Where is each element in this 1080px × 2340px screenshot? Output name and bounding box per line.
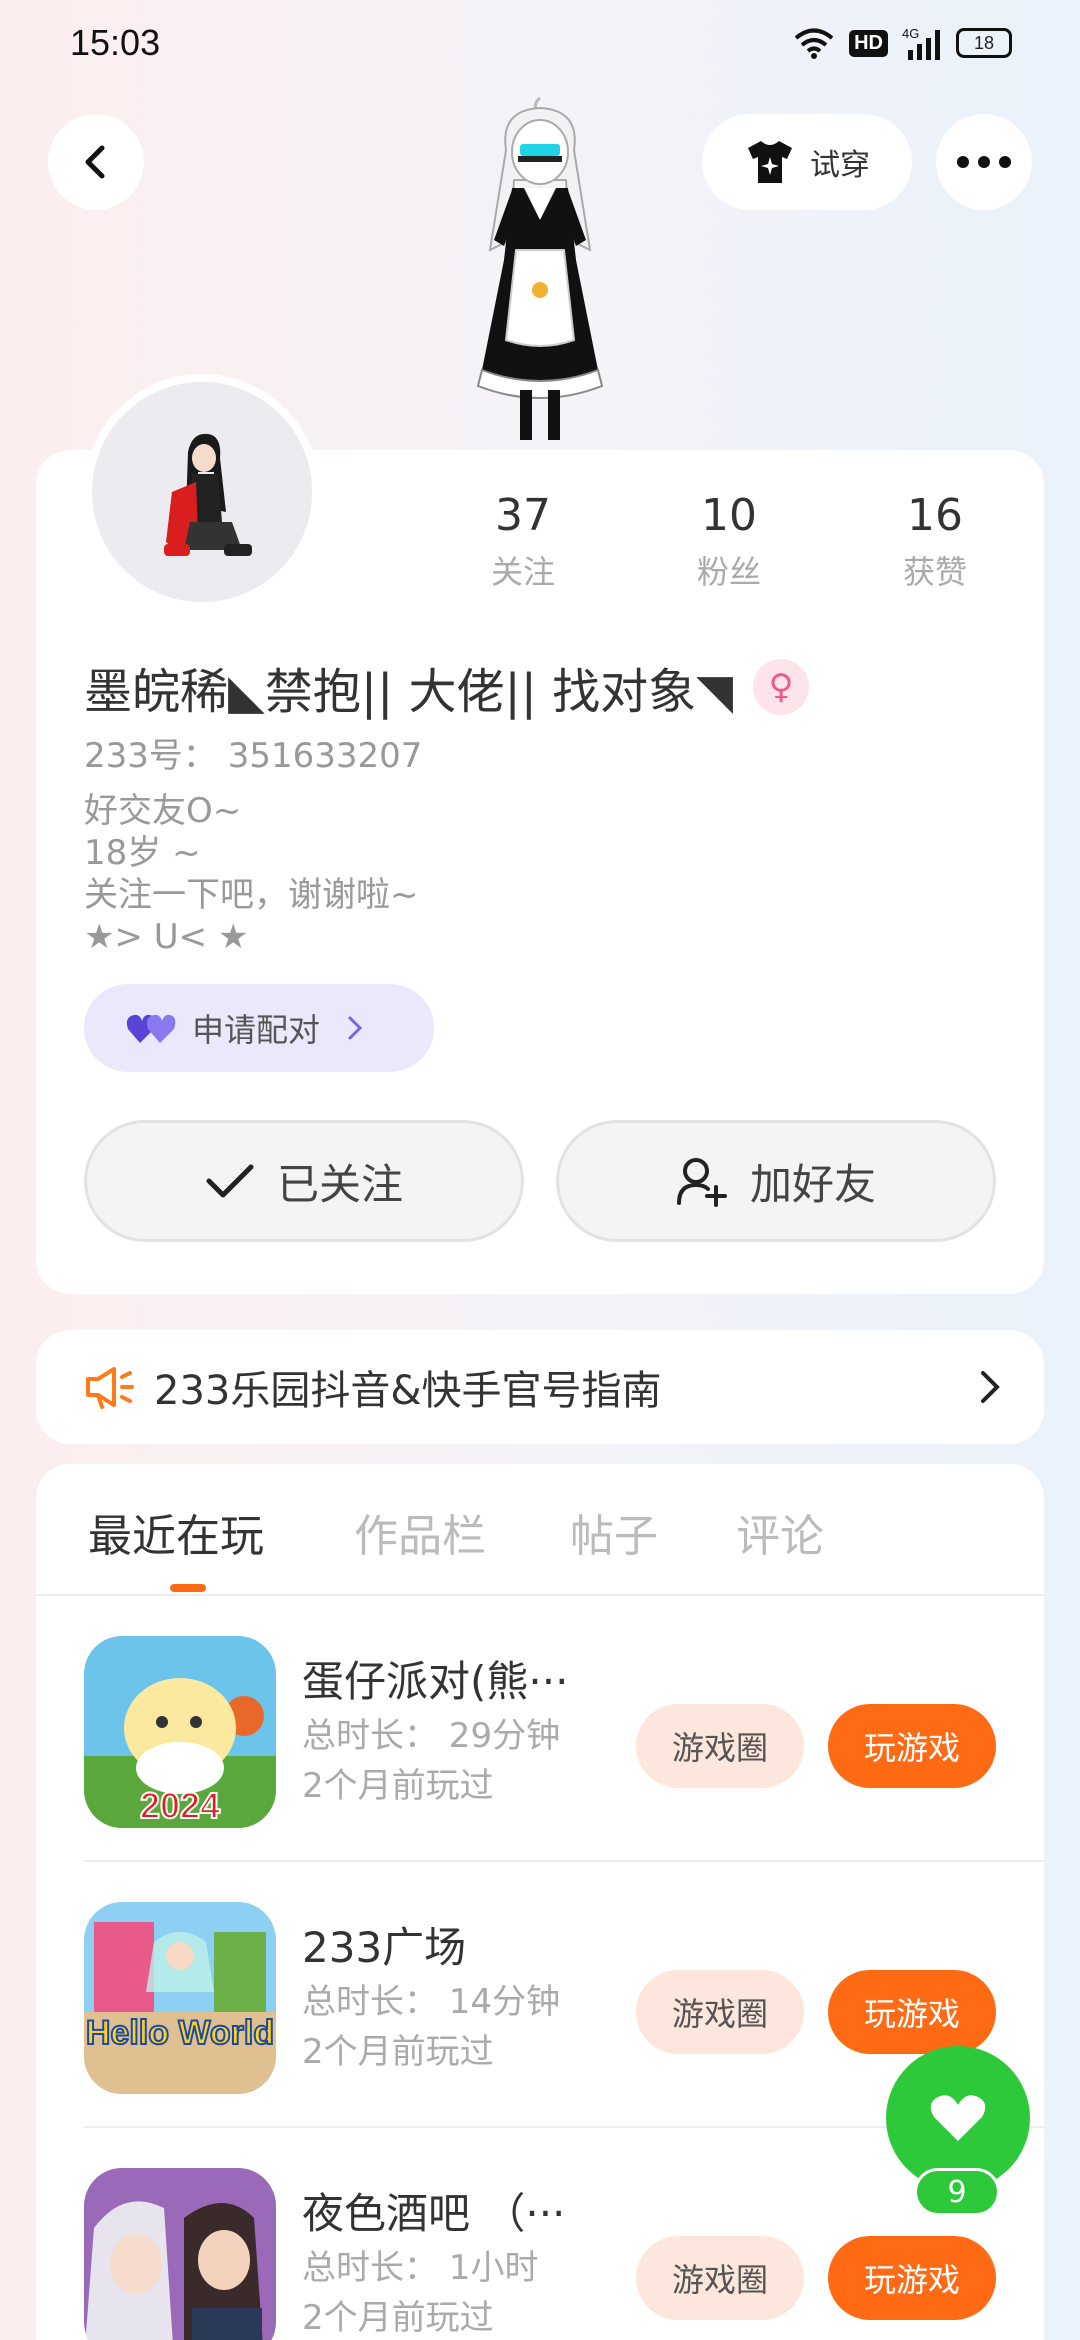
stat-count: 37 [495, 490, 551, 541]
game-circle-button[interactable]: 游戏圈 [636, 1970, 804, 2054]
status-time: 15:03 [70, 22, 161, 63]
game-name: 蛋仔派对(熊··· [302, 1657, 569, 1706]
wifi-icon [794, 28, 834, 59]
try-on-button[interactable]: 试穿 [702, 114, 912, 210]
game-icon[interactable]: Hello World [84, 1902, 276, 2094]
hearts-icon [126, 1014, 176, 1043]
tab-posts[interactable]: 帖子 [570, 1500, 658, 1564]
game-circle-button[interactable]: 游戏圈 [636, 2236, 804, 2320]
stat-following[interactable]: 37 关注 [420, 490, 626, 593]
bio-line: ★> U< ★ [84, 917, 249, 957]
add-friend-label: 加好友 [749, 1159, 876, 1209]
play-game-button[interactable]: 玩游戏 [828, 2236, 996, 2320]
profile-tabs: 最近在玩 作品栏 帖子 评论 [36, 1464, 1044, 1596]
bio-line: 好交友O~ [84, 791, 242, 831]
game-name: 夜色酒吧 （··· [302, 2189, 566, 2238]
chevron-right-icon [348, 1016, 363, 1040]
more-icon [957, 156, 1011, 168]
status-bar: 15:03 HD 4G 18 [0, 0, 1080, 96]
nickname: 墨皖稀◣禁抱|| 大佬|| 找对象◥ ♀ [84, 652, 810, 722]
avatar[interactable] [84, 374, 320, 610]
add-user-icon [676, 1158, 727, 1207]
content-card: 最近在玩 作品栏 帖子 评论 2024 蛋仔派对(熊··· 总时长： 29分钟 … [36, 1464, 1044, 2340]
battery-icon: 18 [956, 28, 1012, 58]
tshirt-icon [748, 141, 792, 183]
svg-text:4G: 4G [902, 26, 919, 41]
more-button[interactable] [936, 114, 1032, 210]
nickname-text: 墨皖稀◣禁抱|| 大佬|| 找对象◥ [84, 664, 734, 720]
game-duration: 总时长： 29分钟 [302, 1716, 561, 1756]
stat-label: 关注 [490, 553, 555, 591]
game-last-played: 2个月前玩过 [302, 1766, 494, 1806]
stat-count: 10 [701, 490, 757, 541]
game-icon-text: Hello World [86, 2014, 274, 2052]
heart-icon [930, 2095, 986, 2141]
profile-stats: 37 关注 10 粉丝 16 获赞 [420, 490, 1040, 593]
game-duration: 总时长： 1小时 [302, 2248, 539, 2288]
stat-label: 粉丝 [696, 553, 761, 591]
stat-count: 16 [907, 490, 963, 541]
chevron-right-icon [981, 1371, 1000, 1403]
follow-button[interactable]: 已关注 [84, 1120, 524, 1242]
play-game-button[interactable]: 玩游戏 [828, 1970, 996, 2054]
game-icon-text: 2024 [140, 1785, 220, 1826]
play-game-button[interactable]: 玩游戏 [828, 1704, 996, 1788]
game-duration: 总时长： 14分钟 [302, 1982, 561, 2022]
notice-text: 233乐园抖音&快手官号指南 [154, 1368, 662, 1414]
pair-request-button[interactable]: 申请配对 [84, 984, 434, 1072]
game-row[interactable]: 2024 蛋仔派对(熊··· 总时长： 29分钟 2个月前玩过 游戏圈 玩游戏 [84, 1596, 1044, 1862]
avatar-image [92, 382, 312, 602]
stat-followers[interactable]: 10 粉丝 [626, 490, 832, 593]
tab-comments[interactable]: 评论 [736, 1500, 824, 1564]
tab-indicator [170, 1584, 206, 1592]
game-last-played: 2个月前玩过 [302, 2032, 494, 2072]
game-circle-button[interactable]: 游戏圈 [636, 1704, 804, 1788]
megaphone-icon [86, 1367, 134, 1409]
pair-label: 申请配对 [192, 1011, 321, 1049]
tab-recently-played[interactable]: 最近在玩 [88, 1500, 264, 1564]
female-gender-icon: ♀ [753, 659, 810, 715]
stat-likes[interactable]: 16 获赞 [832, 490, 1038, 593]
bio: 好交友O~ 18岁 ~ 关注一下吧，谢谢啦~ ★> U< ★ [84, 790, 419, 958]
game-icon-image: Hello World [84, 1902, 276, 2094]
signal-icon: 4G [902, 26, 940, 60]
checkmark-icon [206, 1164, 254, 1198]
back-arrow-icon [85, 145, 105, 179]
game-icon-image [84, 2168, 276, 2340]
game-icon-image: 2024 [84, 1636, 276, 1828]
hd-badge: HD [849, 29, 888, 57]
back-button[interactable] [48, 114, 144, 210]
stat-label: 获赞 [902, 553, 967, 591]
bio-line: 关注一下吧，谢谢啦~ [84, 875, 419, 915]
user-id[interactable]: 233号： 351633207 [84, 728, 422, 777]
game-icon[interactable] [84, 2168, 276, 2340]
battery-level: 18 [973, 32, 995, 53]
follow-label: 已关注 [276, 1159, 403, 1209]
status-icons: HD 4G 18 [793, 26, 1012, 60]
like-count-badge: 9 [914, 2168, 1000, 2216]
game-name: 233广场 [302, 1923, 467, 1972]
bio-line: 18岁 ~ [84, 833, 201, 873]
game-last-played: 2个月前玩过 [302, 2298, 494, 2338]
avatar-figure[interactable] [420, 90, 660, 450]
notice-banner[interactable]: 233乐园抖音&快手官号指南 [36, 1330, 1044, 1444]
game-icon[interactable]: 2024 [84, 1636, 276, 1828]
tab-works[interactable]: 作品栏 [354, 1500, 486, 1564]
try-on-label: 试穿 [810, 148, 870, 183]
add-friend-button[interactable]: 加好友 [556, 1120, 996, 1242]
